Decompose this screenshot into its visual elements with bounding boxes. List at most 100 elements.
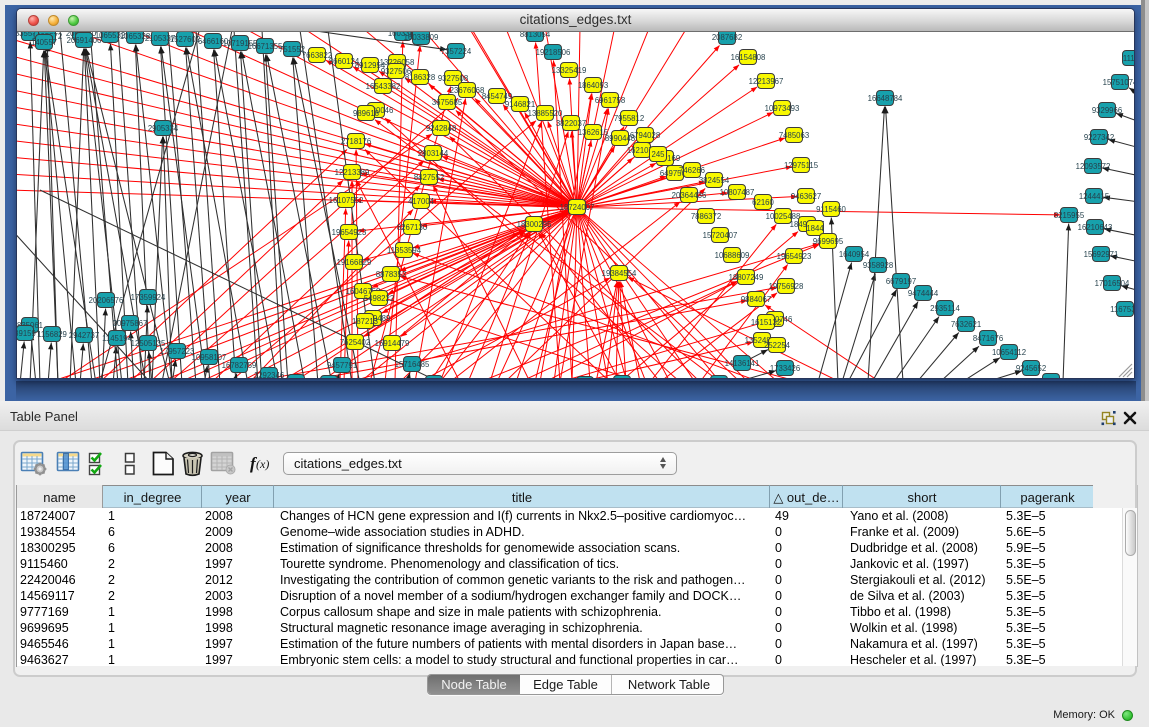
svg-text:10807487: 10807487	[720, 188, 755, 197]
svg-text:12093572: 12093572	[1076, 162, 1111, 171]
svg-text:3675685: 3675685	[432, 98, 463, 107]
svg-text:7357224: 7357224	[441, 47, 472, 56]
svg-text:15692971: 15692971	[1084, 250, 1119, 259]
svg-text:245: 245	[651, 150, 665, 159]
svg-text:1167533: 1167533	[1110, 305, 1134, 314]
svg-text:16210643: 16210643	[1078, 223, 1113, 232]
svg-text:9474444: 9474444	[908, 289, 939, 298]
svg-text:989618: 989618	[353, 109, 379, 118]
svg-text:15751074: 15751074	[1103, 78, 1134, 87]
svg-text:16107552: 16107552	[329, 196, 364, 205]
svg-text:9699695: 9699695	[813, 237, 844, 246]
svg-text:9227342: 9227342	[1084, 133, 1114, 142]
svg-text:12975115: 12975115	[784, 161, 819, 170]
svg-text:17359924: 17359924	[131, 293, 166, 302]
svg-text:19218506: 19218506	[536, 48, 571, 57]
svg-text:16154808: 16154808	[731, 53, 766, 62]
svg-text:9329966: 9329966	[1092, 106, 1122, 115]
svg-text:7632621: 7632621	[951, 320, 981, 329]
svg-text:17957223: 17957223	[160, 347, 195, 356]
svg-text:18300295: 18300295	[517, 220, 552, 229]
svg-text:18724007: 18724007	[560, 203, 595, 212]
svg-text:19166829: 19166829	[337, 258, 372, 267]
svg-text:11353594: 11353594	[387, 246, 422, 255]
svg-text:3822037: 3822037	[556, 119, 586, 128]
svg-text:746266: 746266	[679, 166, 705, 175]
svg-text:14136141: 14136141	[725, 359, 760, 368]
svg-text:15720407: 15720407	[703, 231, 738, 240]
svg-text:1292346: 1292346	[254, 371, 284, 378]
svg-text:1527602: 1527602	[170, 35, 200, 44]
svg-text:16648784: 16648784	[868, 94, 903, 103]
svg-text:19654923: 19654923	[777, 252, 812, 261]
svg-text:6961758: 6961758	[595, 96, 625, 105]
svg-text:10654112: 10654112	[992, 348, 1026, 357]
svg-text:10973493: 10973493	[765, 104, 800, 113]
svg-text:1156829: 1156829	[37, 330, 67, 339]
svg-text:924503: 924503	[1038, 377, 1064, 378]
svg-text:2718176: 2718176	[341, 137, 371, 146]
svg-text:1112: 1112	[1123, 54, 1134, 63]
svg-text:9327508: 9327508	[438, 74, 468, 83]
svg-text:1244415: 1244415	[1079, 192, 1110, 201]
svg-text:8267130: 8267130	[397, 223, 428, 232]
svg-text:187213: 187213	[352, 317, 378, 326]
svg-text:16671355: 16671355	[248, 42, 283, 51]
svg-text:20364436: 20364436	[672, 191, 707, 200]
svg-text:19384554: 19384554	[602, 269, 637, 278]
svg-text:16914479: 16914479	[375, 339, 410, 348]
svg-text:16543382: 16543382	[366, 82, 401, 91]
svg-text:8186328: 8186328	[405, 73, 435, 82]
svg-text:5498222: 5498222	[364, 294, 394, 303]
svg-text:1145194: 1145194	[102, 334, 132, 343]
svg-text:19654923: 19654923	[332, 228, 367, 237]
svg-text:18807249: 18807249	[729, 273, 764, 282]
svg-text:8878352: 8878352	[376, 270, 406, 279]
svg-text:2803144: 2803144	[418, 149, 449, 158]
svg-text:9242848: 9242848	[426, 124, 456, 133]
svg-text:10688609: 10688609	[715, 251, 750, 260]
svg-text:16033809: 16033809	[404, 33, 439, 42]
svg-text:19756928: 19756928	[769, 282, 804, 291]
svg-text:12213389: 12213389	[335, 168, 370, 177]
svg-text:6794028: 6794028	[630, 131, 660, 140]
svg-text:1864093: 1864093	[578, 81, 608, 90]
svg-text:17016504: 17016504	[1095, 279, 1130, 288]
svg-text:23676068: 23676068	[450, 86, 485, 95]
svg-text:417004: 417004	[408, 197, 435, 206]
svg-text:20975867: 20975867	[113, 319, 148, 328]
svg-text:(x): (x)	[256, 457, 269, 471]
svg-text:20206576: 20206576	[89, 296, 124, 305]
svg-text:9457791: 9457791	[327, 361, 357, 370]
svg-text:2935114: 2935114	[930, 304, 960, 313]
svg-text:1640954: 1640954	[839, 250, 870, 259]
svg-text:9884067: 9884067	[741, 295, 771, 304]
svg-text:6679197: 6679197	[886, 277, 916, 286]
svg-text:9146821: 9146821	[505, 100, 535, 109]
svg-text:8427552: 8427552	[414, 173, 444, 182]
svg-text:7485063: 7485063	[779, 131, 809, 140]
svg-text:9245652: 9245652	[1016, 364, 1046, 373]
svg-text:7955812: 7955812	[614, 114, 644, 123]
svg-text:9358928: 9358928	[863, 261, 893, 270]
svg-text:1733426: 1733426	[770, 364, 800, 373]
svg-text:7663822: 7663822	[302, 51, 332, 60]
svg-text:2087682: 2087682	[712, 33, 742, 42]
svg-text:7886372: 7886372	[691, 212, 721, 221]
svg-text:8471676: 8471676	[973, 334, 1003, 343]
svg-text:2942737: 2942737	[69, 331, 99, 340]
svg-text:252254: 252254	[764, 341, 791, 350]
svg-text:13885520: 13885520	[528, 109, 563, 118]
svg-text:12213967: 12213967	[749, 77, 784, 86]
svg-text:8215955: 8215955	[1054, 211, 1085, 220]
svg-text:1615132: 1615132	[751, 318, 781, 327]
svg-text:7625402: 7625402	[340, 338, 370, 347]
svg-text:16782759: 16782759	[222, 361, 257, 370]
svg-text:8813054: 8813054	[520, 32, 551, 39]
svg-text:13325419: 13325419	[552, 66, 587, 75]
svg-text:3824554: 3824554	[699, 176, 730, 185]
svg-text:9463627: 9463627	[791, 192, 821, 201]
svg-text:15716485: 15716485	[395, 360, 430, 369]
svg-text:140557: 140557	[31, 38, 57, 47]
svg-text:1844: 1844	[806, 224, 824, 233]
